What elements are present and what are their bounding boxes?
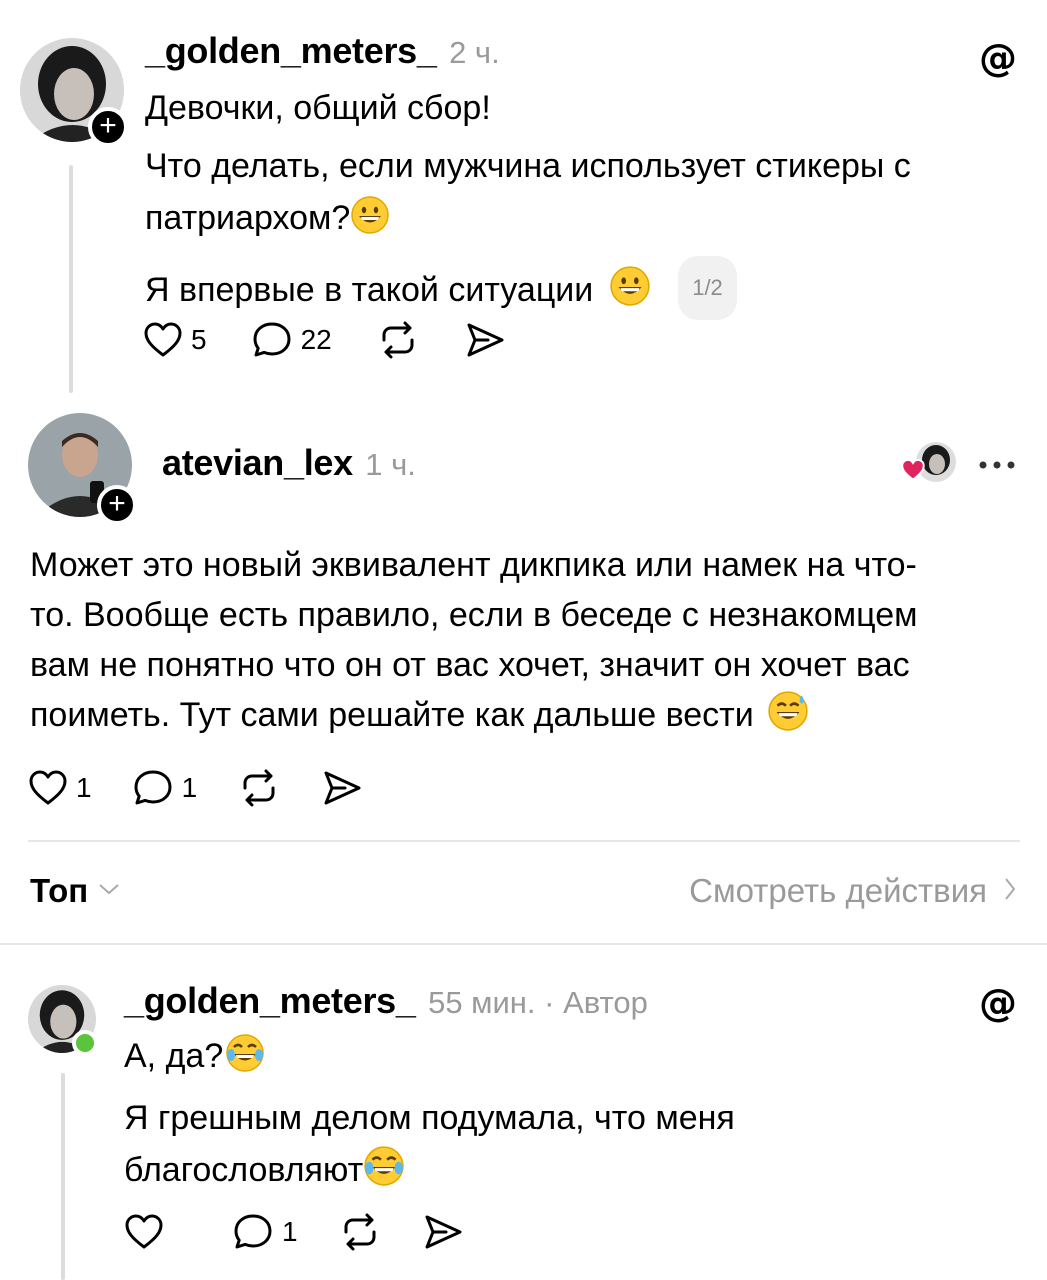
- reply-icon: [232, 1212, 274, 1252]
- heart-icon: [28, 769, 68, 807]
- chevron-right-icon: [1003, 877, 1017, 906]
- like-count: 5: [191, 324, 207, 355]
- reply-icon: [251, 320, 293, 360]
- share-icon: [464, 320, 506, 360]
- post-text-line: Что делать, если мужчина использует стик…: [145, 147, 911, 185]
- thread-line: [69, 165, 73, 393]
- liked-by-author-icon: [900, 442, 960, 484]
- more-icon[interactable]: [977, 458, 1017, 476]
- heart-icon: [124, 1213, 164, 1251]
- svg-text:@: @: [979, 36, 1017, 80]
- share-icon: [422, 1212, 464, 1252]
- page-indicator: 1/2: [678, 256, 737, 320]
- post-username[interactable]: atevian_lex: [162, 442, 353, 483]
- like-button[interactable]: 5: [143, 321, 207, 359]
- reply-text-line: А, да?: [124, 1037, 224, 1075]
- follow-plus-button[interactable]: +: [88, 107, 128, 147]
- repost-button[interactable]: [338, 1212, 382, 1252]
- divider: [28, 840, 1020, 842]
- sort-label: Топ: [30, 872, 89, 909]
- sweat-smile-emoji: [767, 690, 809, 746]
- post-text-line: Девочки, общий сбор!: [145, 89, 491, 127]
- reply-username[interactable]: _golden_meters_: [124, 980, 416, 1021]
- post-username[interactable]: _golden_meters_: [145, 30, 437, 71]
- repost-button[interactable]: [237, 768, 281, 808]
- post-text-line: Я впервые в такой ситуации: [145, 271, 594, 309]
- divider: [0, 943, 1047, 945]
- view-activity-link[interactable]: Смотреть действия: [689, 872, 1017, 910]
- reply-text-line: Я грешным делом подумала, что меня: [124, 1099, 735, 1137]
- reply-meta: 55 мин. · Автор: [428, 985, 648, 1020]
- threads-icon[interactable]: @: [975, 980, 1021, 1031]
- post-text-line: Может это новый эквивалент дикпика или н…: [30, 546, 917, 584]
- post-time: 1 ч.: [365, 447, 416, 482]
- repost-icon: [338, 1212, 382, 1252]
- grinning-emoji: [350, 195, 390, 250]
- reply-button[interactable]: 22: [251, 320, 332, 360]
- reply-count: 22: [300, 324, 332, 355]
- share-button[interactable]: [422, 1212, 464, 1252]
- repost-icon: [237, 768, 281, 808]
- repost-icon: [376, 320, 420, 360]
- heart-icon: [143, 321, 183, 359]
- follow-plus-button[interactable]: +: [97, 485, 137, 525]
- like-button[interactable]: 1: [28, 769, 92, 807]
- post-text-line: поиметь. Тут сами решайте как дальше вес…: [30, 696, 754, 734]
- grinning-emoji: [609, 265, 651, 322]
- reply-count: 1: [181, 772, 198, 803]
- like-button[interactable]: [124, 1213, 172, 1251]
- share-icon: [321, 768, 363, 808]
- online-indicator: [72, 1030, 98, 1056]
- post-text-line: патриархом?: [145, 199, 351, 237]
- svg-text:@: @: [979, 981, 1017, 1025]
- post-text-line: то. Вообще есть правило, если в беседе с…: [30, 596, 918, 634]
- view-activity-label: Смотреть действия: [689, 872, 987, 909]
- sort-dropdown[interactable]: Топ: [30, 872, 120, 910]
- reply-button[interactable]: 1: [232, 1212, 298, 1252]
- reply-button[interactable]: 1: [132, 768, 198, 808]
- repost-button[interactable]: [376, 320, 420, 360]
- share-button[interactable]: [321, 768, 363, 808]
- thread-line: [61, 1073, 65, 1280]
- reply-text-line: благословляют: [124, 1151, 364, 1189]
- like-count: 1: [76, 772, 92, 803]
- chevron-down-icon: [98, 882, 120, 901]
- reply-icon: [132, 768, 174, 808]
- tears-of-joy-emoji: [225, 1033, 265, 1088]
- tears-of-joy-emoji: [363, 1145, 405, 1202]
- threads-icon[interactable]: @: [975, 35, 1021, 86]
- post-text-line: вам не понятно что он от вас хочет, знач…: [30, 646, 910, 684]
- share-button[interactable]: [464, 320, 506, 360]
- post-time: 2 ч.: [449, 35, 500, 70]
- reply-count: 1: [282, 1216, 298, 1247]
